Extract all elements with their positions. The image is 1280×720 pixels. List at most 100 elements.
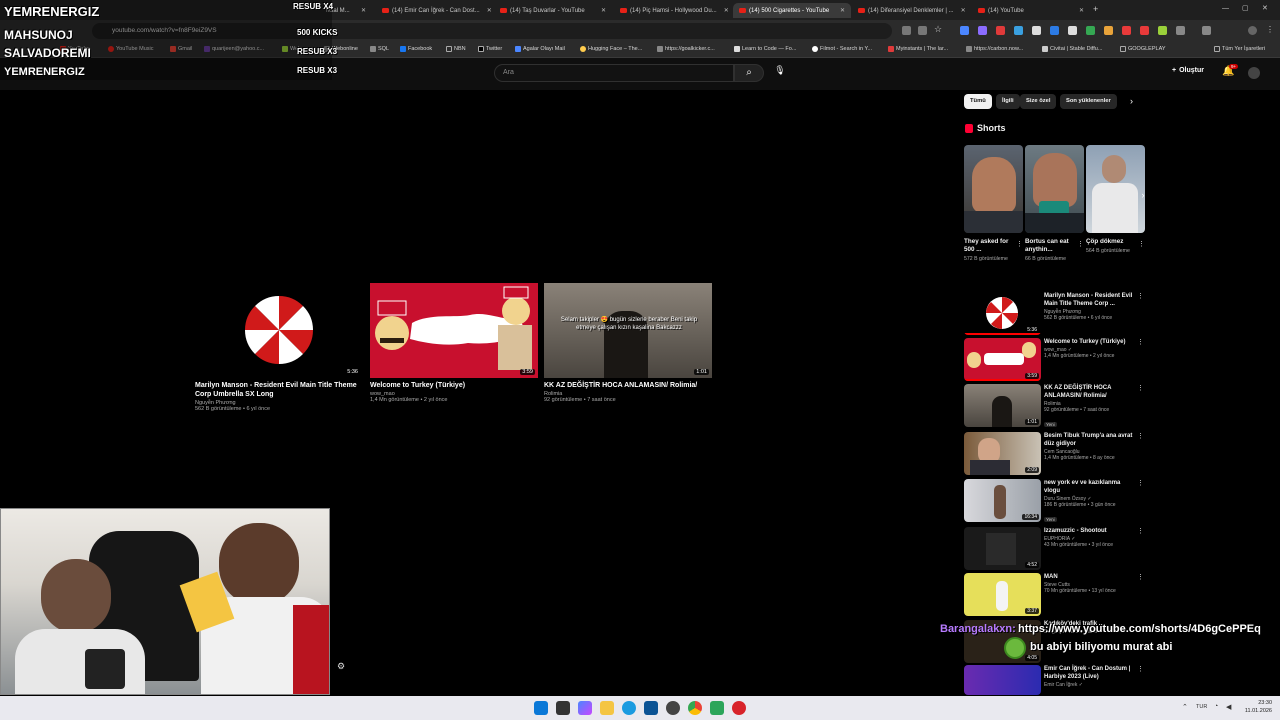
close-icon[interactable]: ✕ bbox=[483, 7, 492, 14]
menu-icon[interactable]: ⋮ bbox=[1266, 25, 1274, 34]
copilot-icon[interactable] bbox=[578, 701, 592, 715]
edge-icon[interactable] bbox=[622, 701, 636, 715]
install-icon[interactable] bbox=[902, 26, 911, 35]
close-icon[interactable]: ✕ bbox=[720, 7, 729, 14]
short-card[interactable]: Bortus can eat anythin... 66 B görüntüle… bbox=[1025, 145, 1084, 263]
more-icon[interactable]: ⋮ bbox=[1138, 240, 1145, 248]
bookmark-item[interactable]: Filmot - Search in Y... bbox=[812, 46, 872, 52]
extensions-puzzle-icon[interactable] bbox=[1176, 26, 1185, 35]
endscreen-card[interactable]: 3:59 Welcome to Turkey (Türkiye) wow_mao… bbox=[370, 283, 538, 403]
endscreen-card[interactable]: Selam takipler 😍 bugün sizlerle beraber … bbox=[544, 283, 712, 403]
recommendation-item[interactable]: 4:52 Izzamuzzic - Shootout EUPHORIA ✓ 43 M… bbox=[964, 527, 1144, 571]
bookmark-item[interactable]: Twitter bbox=[478, 46, 502, 52]
shorts-next-icon[interactable]: › bbox=[1137, 190, 1149, 204]
minimize-button[interactable]: — bbox=[1222, 5, 1229, 12]
tray-chevron-icon[interactable]: ⌃ bbox=[1182, 703, 1188, 711]
browser-tab-active[interactable]: (14) 500 Cigarettes - YouTube ✕ bbox=[733, 3, 851, 18]
extension-icon[interactable] bbox=[1032, 26, 1041, 35]
settings-icon[interactable]: ⚙ bbox=[337, 661, 345, 672]
more-icon[interactable]: ⋮ bbox=[1137, 573, 1144, 581]
more-icon[interactable]: ⋮ bbox=[1016, 240, 1023, 248]
close-icon[interactable]: ✕ bbox=[1075, 7, 1084, 14]
extension-icon[interactable] bbox=[1086, 26, 1095, 35]
window-close-button[interactable]: ✕ bbox=[1262, 4, 1268, 12]
chip-related[interactable]: İlgili bbox=[996, 94, 1020, 109]
bookmark-item[interactable]: NBN bbox=[446, 46, 466, 52]
more-icon[interactable]: ⋮ bbox=[1137, 527, 1144, 535]
maximize-button[interactable]: ▢ bbox=[1242, 4, 1249, 12]
recommendation-item[interactable]: 2:09 Besim Tibuk Trump'a ana avrat düz g… bbox=[964, 432, 1144, 476]
close-icon[interactable]: ✕ bbox=[357, 7, 366, 14]
extension-icon[interactable] bbox=[1140, 26, 1149, 35]
short-card[interactable]: They asked for 500 ... 572 B görüntüleme… bbox=[964, 145, 1023, 263]
extension-icon[interactable] bbox=[996, 26, 1005, 35]
app-icon[interactable] bbox=[732, 701, 746, 715]
task-view-icon[interactable] bbox=[556, 701, 570, 715]
bookmark-item[interactable]: Learn to Code — Fo... bbox=[734, 46, 796, 52]
more-icon[interactable]: ⋮ bbox=[1137, 432, 1144, 440]
close-icon[interactable]: ✕ bbox=[597, 7, 606, 14]
video-title[interactable]: Welcome to Turkey (Türkiye) bbox=[370, 381, 538, 390]
file-explorer-icon[interactable] bbox=[600, 701, 614, 715]
more-icon[interactable]: ⋮ bbox=[1077, 240, 1084, 248]
zoom-icon[interactable] bbox=[918, 26, 927, 35]
video-title[interactable]: KK AZ DEĞİŞTİR HOCA ANLAMASIN/ Rolimia/ bbox=[544, 381, 712, 390]
wifi-icon[interactable]: ◔ bbox=[1214, 703, 1218, 710]
extension-icon[interactable] bbox=[1068, 26, 1077, 35]
profile-avatar[interactable] bbox=[1248, 26, 1257, 35]
bookmark-item[interactable]: Agalar Olayı Mail bbox=[515, 46, 565, 52]
extension-icon[interactable] bbox=[1104, 26, 1113, 35]
extension-icon[interactable] bbox=[1158, 26, 1167, 35]
create-button[interactable]: + Oluştur bbox=[1172, 67, 1204, 74]
chip-for-you[interactable]: Size özel bbox=[1020, 94, 1057, 109]
recommendation-item[interactable]: 3:59 Welcome to Turkey (Türkiye) wow_mao … bbox=[964, 338, 1144, 382]
microphone-icon[interactable]: 🎙 bbox=[771, 65, 789, 83]
bookmark-item[interactable]: Facebook bbox=[400, 46, 432, 52]
extension-icon[interactable] bbox=[1014, 26, 1023, 35]
system-clock[interactable]: 23:30 11.01.2026 bbox=[1245, 699, 1272, 715]
more-icon[interactable]: ⋮ bbox=[1137, 338, 1144, 346]
bookmark-item[interactable]: Myinstants | The lar... bbox=[888, 46, 948, 52]
search-button[interactable]: ⌕ bbox=[734, 64, 764, 82]
download-icon[interactable] bbox=[1202, 26, 1211, 35]
avatar[interactable] bbox=[1248, 67, 1260, 79]
browser-tab[interactable]: (14) Emir Can İğrek - Can Dost... ✕ bbox=[376, 3, 494, 18]
video-title[interactable]: Marilyn Manson - Resident Evil Main Titl… bbox=[195, 381, 363, 399]
chip-all[interactable]: Tümü bbox=[964, 94, 992, 109]
extension-icon[interactable] bbox=[960, 26, 969, 35]
browser-tab[interactable]: (14) YouTube ✕ bbox=[972, 3, 1090, 18]
app-icon[interactable] bbox=[710, 701, 724, 715]
volume-icon[interactable]: ◀ bbox=[1226, 703, 1231, 711]
browser-tab[interactable]: (14) Piç Hamsi - Hollywood Du... ✕ bbox=[614, 3, 732, 18]
bookmark-item[interactable]: https://carbon.now... bbox=[966, 46, 1023, 52]
app-icon[interactable] bbox=[666, 701, 680, 715]
close-icon[interactable]: ✕ bbox=[957, 7, 966, 14]
language-indicator[interactable]: TUR bbox=[1196, 704, 1207, 710]
browser-tab[interactable]: (14) Diferansiyel Denklemler | ... ✕ bbox=[852, 3, 970, 18]
chip-recent[interactable]: Son yüklenenler bbox=[1060, 94, 1117, 109]
search-input[interactable]: Ara bbox=[494, 64, 734, 82]
close-icon[interactable]: ✕ bbox=[836, 7, 845, 14]
browser-tab[interactable]: (14) Taş Duvarlar - YouTube ✕ bbox=[494, 3, 612, 18]
endscreen-card[interactable]: 5:36 Marilyn Manson - Resident Evil Main… bbox=[195, 283, 363, 412]
bookmark-item[interactable]: https://goalkicker.c... bbox=[657, 46, 715, 52]
windows-start-icon[interactable] bbox=[534, 701, 548, 715]
more-icon[interactable]: ⋮ bbox=[1137, 384, 1144, 392]
extension-icon[interactable] bbox=[1050, 26, 1059, 35]
more-icon[interactable]: ⋮ bbox=[1137, 479, 1144, 487]
extension-icon[interactable] bbox=[978, 26, 987, 35]
more-icon[interactable]: ⋮ bbox=[1137, 292, 1144, 300]
more-icon[interactable]: ⋮ bbox=[1137, 665, 1144, 673]
recommendation-item[interactable]: 3:37 MAN Steve Cutts 70 Mn görüntüleme • 1… bbox=[964, 573, 1144, 617]
recommendation-item[interactable]: 5:36 Marilyn Manson - Resident Evil Main… bbox=[964, 292, 1144, 336]
bookmark-item[interactable]: SQL bbox=[370, 46, 389, 52]
new-tab-button[interactable]: + bbox=[1093, 4, 1098, 14]
extension-icon[interactable] bbox=[1122, 26, 1131, 35]
bookmark-item[interactable]: Civitai | Stable Diffu... bbox=[1042, 46, 1102, 52]
bookmark-item[interactable]: GOOGLEPLAY bbox=[1120, 46, 1166, 52]
bookmark-item[interactable]: Hugging Face – The... bbox=[580, 46, 642, 52]
recommendation-item[interactable]: 16:34 new york ev ve kazıklanma vlogu Dur… bbox=[964, 479, 1144, 523]
chrome-icon[interactable] bbox=[688, 701, 702, 715]
chevron-right-icon[interactable]: › bbox=[1130, 96, 1133, 106]
recommendation-item[interactable]: Emir Can İğrek - Can Dostum | Harbiye 20… bbox=[964, 665, 1144, 695]
